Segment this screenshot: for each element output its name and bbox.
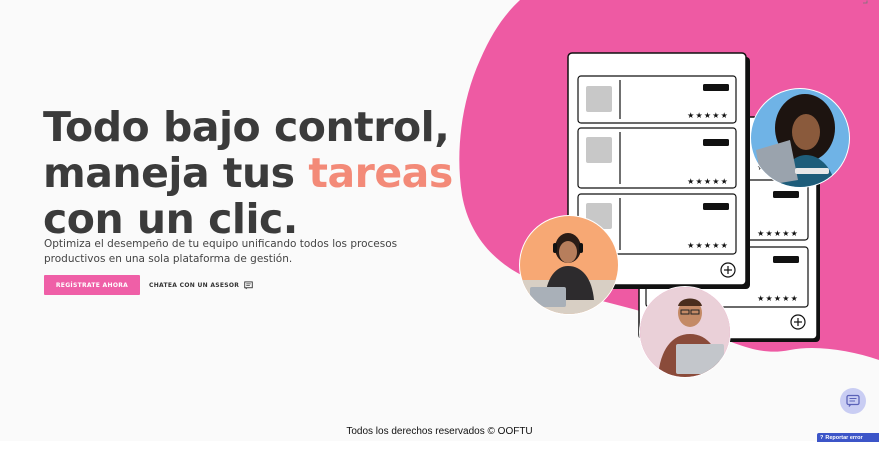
footer-copyright: Todos los derechos reservados © OOFTU [346,426,533,437]
report-error-button[interactable]: ? Reportar error [817,433,879,442]
back-row-rating-stars: ★★★★★ [757,294,799,303]
task-rating-stars: ★★★★★ [687,241,729,250]
avatar-woman-headphones [519,215,619,315]
task-thumbnail [586,137,612,163]
task-rating-stars: ★★★★★ [687,177,729,186]
task-board-illustration: ★★★★★ ★★★★★ ★★★★★ ★★★★★ ★★★★★ [519,52,850,378]
back-row-rating-stars: ★★★★★ [757,229,799,238]
task-card: ★★★★★ [577,127,737,189]
avatar-man-glasses [639,286,731,378]
task-thumbnail [586,86,612,112]
landing-page: Todo bajo control, maneja tus tareas con… [0,0,879,451]
report-error-label: Reportar error [825,434,863,441]
corner-external-icon[interactable] [862,0,868,4]
task-card: ★★★★★ [577,75,737,124]
chat-widget-button[interactable] [840,388,866,414]
task-rating-stars: ★★★★★ [687,111,729,120]
bottom-strip [0,441,879,451]
add-task-icon [720,262,736,278]
avatar-woman-laptop [750,88,850,188]
help-icon: ? [820,434,824,441]
message-icon [846,394,860,407]
back-add-icon [790,314,806,330]
